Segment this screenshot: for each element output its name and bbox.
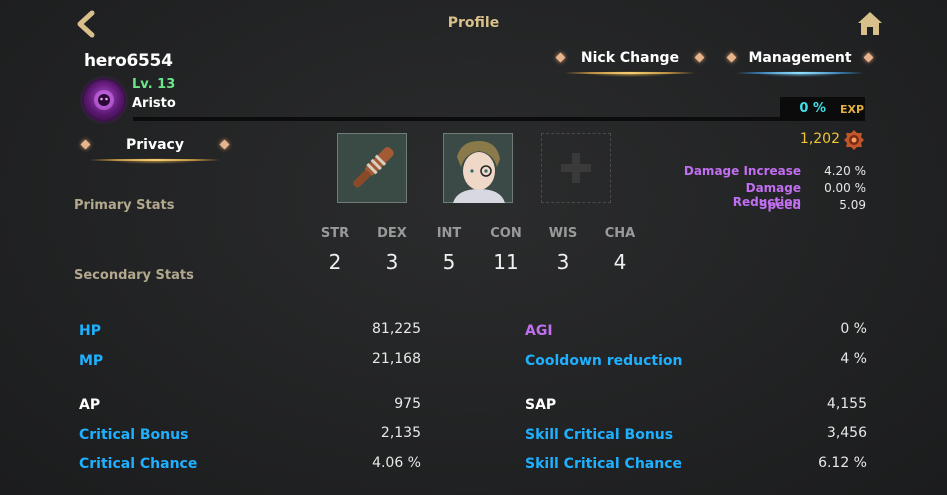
speed-label: Speed bbox=[758, 198, 801, 212]
skill-critical-bonus-value: 3,456 bbox=[826, 425, 867, 441]
player-class: Aristo bbox=[132, 96, 176, 111]
diamond-ornament-icon bbox=[219, 139, 230, 150]
critical-chance-label: Critical Chance bbox=[79, 456, 198, 472]
ap-label: AP bbox=[79, 397, 101, 413]
player-level: Lv. 13 bbox=[132, 77, 176, 92]
ability-cha-value: 4 bbox=[613, 250, 627, 274]
equipment-slot-portrait[interactable] bbox=[443, 133, 513, 203]
lion-emblem-icon bbox=[84, 80, 124, 120]
nick-change-button[interactable]: Nick Change bbox=[555, 48, 705, 77]
ap-value: 975 bbox=[394, 396, 421, 412]
exp-bar bbox=[133, 117, 865, 121]
management-button[interactable]: Management bbox=[726, 48, 874, 77]
privacy-label: Privacy bbox=[126, 137, 184, 153]
gem-coin-icon bbox=[844, 130, 864, 150]
button-glow bbox=[586, 71, 674, 77]
speed-value: 5.09 bbox=[839, 198, 866, 212]
agi-label: AGI bbox=[525, 323, 553, 339]
damage-increase-label: Damage Increase bbox=[683, 164, 801, 178]
ability-dex-label: DEX bbox=[377, 226, 407, 241]
damage-reduction-value: 0.00 % bbox=[824, 181, 866, 195]
cooldown-reduction-label: Cooldown reduction bbox=[525, 353, 683, 369]
button-glow bbox=[111, 158, 199, 164]
diamond-ornament-icon bbox=[863, 52, 874, 63]
mp-value: 21,168 bbox=[372, 351, 421, 367]
skill-critical-bonus-label: Skill Critical Bonus bbox=[525, 427, 674, 443]
ability-wis-label: WIS bbox=[548, 226, 578, 241]
equipment-slot-weapon[interactable] bbox=[337, 133, 407, 203]
skill-critical-chance-value: 6.12 % bbox=[818, 455, 867, 471]
plus-icon bbox=[561, 153, 591, 183]
hp-value: 81,225 bbox=[372, 321, 421, 337]
button-glow bbox=[756, 71, 844, 77]
critical-bonus-value: 2,135 bbox=[380, 425, 421, 441]
diamond-ornament-icon bbox=[80, 139, 91, 150]
mp-label: MP bbox=[79, 353, 104, 369]
cooldown-reduction-value: 4 % bbox=[840, 351, 867, 367]
ability-dex-value: 3 bbox=[385, 250, 399, 274]
ability-int-value: 5 bbox=[442, 250, 456, 274]
damage-increase-value: 4.20 % bbox=[824, 164, 866, 178]
ability-wis-value: 3 bbox=[556, 250, 570, 274]
sap-value: 4,155 bbox=[826, 396, 867, 412]
exp-label: EXP bbox=[840, 103, 865, 116]
critical-chance-value: 4.06 % bbox=[372, 455, 421, 471]
ability-str-label: STR bbox=[320, 226, 350, 241]
privacy-button[interactable]: Privacy bbox=[80, 135, 230, 164]
secondary-stats-heading: Secondary Stats bbox=[74, 268, 194, 283]
primary-stats-heading: Primary Stats bbox=[74, 198, 175, 213]
ability-cha-label: CHA bbox=[604, 226, 636, 241]
diamond-ornament-icon bbox=[694, 52, 705, 63]
equipment-slot-empty[interactable] bbox=[541, 133, 611, 203]
nick-change-label: Nick Change bbox=[580, 50, 680, 66]
player-nickname: hero6554 bbox=[84, 51, 173, 71]
skill-critical-chance-label: Skill Critical Chance bbox=[525, 456, 683, 472]
critical-bonus-label: Critical Bonus bbox=[79, 427, 189, 443]
character-portrait-icon bbox=[444, 134, 512, 203]
currency-amount: 1,202 bbox=[799, 131, 840, 147]
agi-value: 0 % bbox=[840, 321, 867, 337]
sap-label: SAP bbox=[525, 397, 557, 413]
page-title: Profile bbox=[447, 15, 500, 31]
ability-con-label: CON bbox=[490, 226, 522, 241]
hp-label: HP bbox=[79, 323, 101, 339]
home-icon[interactable] bbox=[856, 9, 884, 37]
exp-percent: 0 % bbox=[799, 101, 826, 116]
diamond-ornament-icon bbox=[726, 52, 737, 63]
ability-con-value: 11 bbox=[493, 250, 519, 274]
ability-int-label: INT bbox=[436, 226, 462, 241]
management-label: Management bbox=[748, 50, 852, 66]
diamond-ornament-icon bbox=[555, 52, 566, 63]
wooden-club-icon bbox=[353, 147, 394, 188]
ability-str-value: 2 bbox=[328, 250, 342, 274]
